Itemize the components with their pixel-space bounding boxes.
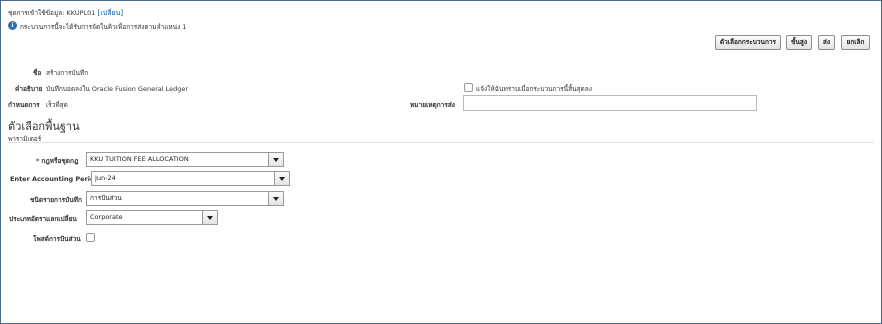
conversion-rate-type-value: Corporate bbox=[90, 213, 123, 221]
journal-category-select[interactable]: การปันส่วน bbox=[86, 191, 284, 206]
advanced-button[interactable]: ขั้นสูง bbox=[786, 35, 812, 50]
chevron-down-icon[interactable] bbox=[202, 211, 217, 224]
submission-notes-label: หมายเหตุการส่ง bbox=[410, 101, 455, 109]
notify-label: แจ้งให้ฉันทราบเมื่อกระบวนการนี้สิ้นสุดลง bbox=[476, 85, 592, 93]
section-divider bbox=[8, 142, 874, 143]
rule-set-label-text: กฎหรือชุดกฎ bbox=[41, 157, 79, 165]
description-label: คำอธิบาย bbox=[15, 85, 43, 93]
conversion-rate-type-label: ประเภทอัตราแลกเปลี่ยน bbox=[9, 215, 77, 223]
conversion-rate-type-select[interactable]: Corporate bbox=[86, 210, 218, 225]
submission-notes-input[interactable] bbox=[463, 95, 757, 111]
submit-button[interactable]: ส่ง bbox=[818, 35, 835, 50]
data-access-set-label: ชุดการเข้าใช้ข้อมูล: KKUPL01 bbox=[8, 9, 96, 17]
notify-checkbox[interactable] bbox=[464, 83, 473, 92]
rule-set-value: KKU TUITION FEE ALLOCATION bbox=[90, 155, 189, 163]
schedule-value: เร็วที่สุด bbox=[46, 101, 68, 109]
post-allocations-label: โพสต์การปันส่วน bbox=[33, 235, 81, 243]
process-header: ชุดการเข้าใช้ข้อมูล: KKUPL01 [เปลี่ยน] bbox=[8, 8, 123, 19]
rule-set-label: * กฎหรือชุดกฎ bbox=[36, 156, 78, 166]
change-link[interactable]: [เปลี่ยน] bbox=[98, 9, 123, 17]
queue-info-text: กระบวนการนี้จะได้รับการจัดในคิวเพื่อการส… bbox=[20, 23, 187, 31]
name-value: สร้างการบันทึก bbox=[46, 69, 89, 77]
chevron-down-icon[interactable] bbox=[268, 153, 283, 166]
info-icon: i bbox=[8, 21, 17, 30]
cancel-button[interactable]: ยกเลิก bbox=[841, 35, 870, 50]
schedule-label: กำหนดการ bbox=[8, 101, 40, 109]
post-allocations-checkbox[interactable] bbox=[86, 233, 95, 242]
chevron-down-icon[interactable] bbox=[268, 192, 283, 205]
chevron-down-icon[interactable] bbox=[274, 172, 289, 185]
required-indicator: * bbox=[36, 157, 40, 165]
journal-category-label: ชนิดรายการบันทึก bbox=[30, 196, 82, 204]
accounting-period-value: Jun-24 bbox=[95, 174, 116, 182]
journal-category-value: การปันส่วน bbox=[90, 194, 122, 202]
description-value: บันทึกบอดลงใน Oracle Fusion General Ledg… bbox=[46, 85, 189, 93]
accounting-period-select[interactable]: Jun-24 bbox=[91, 171, 290, 186]
basic-options-title: ตัวเลือกพื้นฐาน bbox=[8, 120, 80, 133]
name-label: ชื่อ bbox=[33, 69, 42, 77]
rule-set-select[interactable]: KKU TUITION FEE ALLOCATION bbox=[86, 152, 284, 167]
process-options-button[interactable]: ตัวเลือกกระบวนการ bbox=[715, 35, 781, 50]
accounting-period-label: Enter Accounting Period bbox=[10, 175, 100, 183]
